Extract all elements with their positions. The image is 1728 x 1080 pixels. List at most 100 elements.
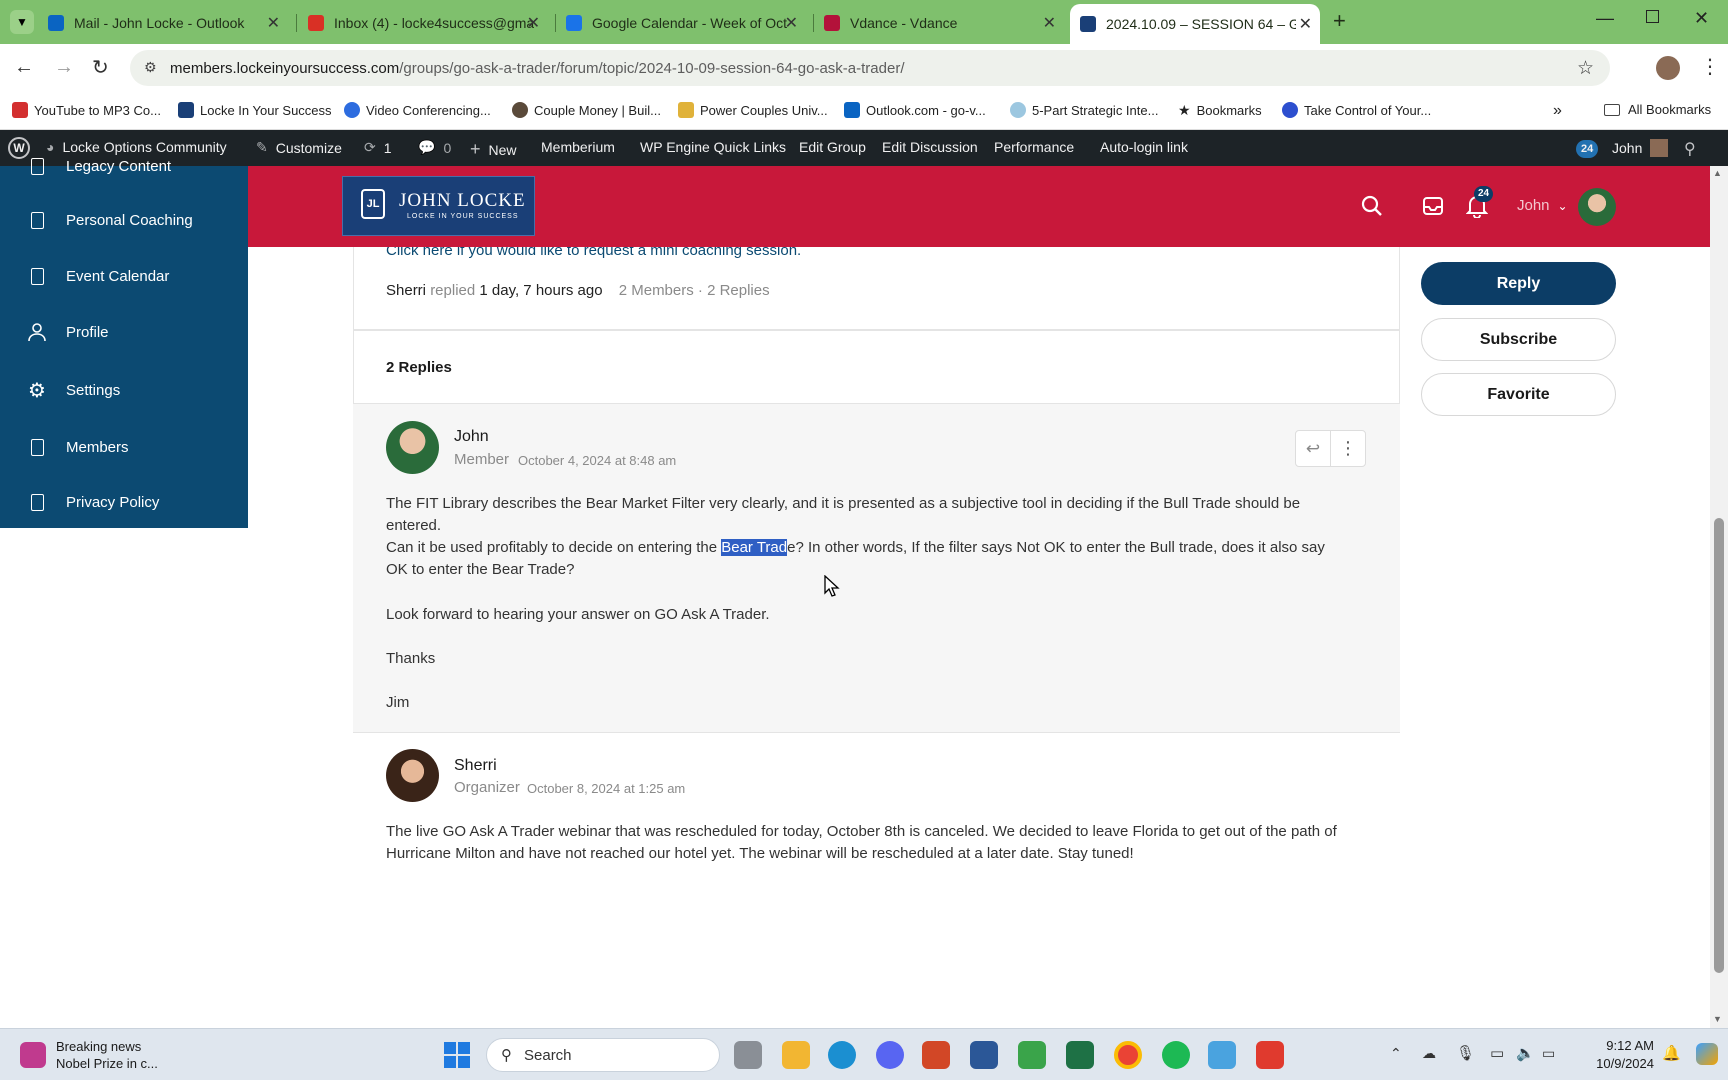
admin-new-link[interactable]: + New: [470, 139, 517, 160]
tab-gmail[interactable]: Inbox (4) - locke4success@gma ✕: [308, 6, 548, 40]
admin-memberium-link[interactable]: Memberium: [541, 139, 615, 155]
back-button[interactable]: ←: [14, 56, 34, 79]
bookmark-item[interactable]: 5-Part Strategic Inte...: [1010, 102, 1158, 118]
reload-button[interactable]: ↻: [92, 55, 109, 80]
bookmark-item[interactable]: YouTube to MP3 Co...: [12, 102, 161, 118]
favorite-button[interactable]: Favorite: [1421, 373, 1616, 416]
camtasia-icon[interactable]: [1018, 1041, 1046, 1069]
microphone-icon[interactable]: 🎙: [1456, 1044, 1475, 1062]
all-bookmarks-button[interactable]: All Bookmarks: [1604, 102, 1711, 117]
news-widget[interactable]: Breaking news Nobel Prize in c...: [20, 1038, 158, 1072]
excel-icon[interactable]: [1066, 1041, 1094, 1069]
forward-button[interactable]: →: [54, 56, 74, 79]
tray-chevron-icon[interactable]: ⌃: [1390, 1045, 1402, 1062]
search-icon[interactable]: [1360, 194, 1384, 223]
admin-performance-link[interactable]: Performance: [994, 139, 1074, 155]
edge-icon[interactable]: [828, 1041, 856, 1069]
word-icon[interactable]: [970, 1041, 998, 1069]
close-icon[interactable]: ✕: [1299, 14, 1312, 34]
admin-site-link[interactable]: ◕ Locke Options Community: [46, 139, 227, 155]
app-icon[interactable]: [1208, 1041, 1236, 1069]
scrollbar-thumb[interactable]: [1714, 518, 1724, 973]
address-bar[interactable]: ⚙ members.lockeinyoursuccess.com/groups/…: [130, 50, 1610, 86]
bookmarks-overflow-button[interactable]: »: [1553, 102, 1562, 120]
profile-avatar[interactable]: [1656, 56, 1680, 80]
admin-edit-group-link[interactable]: Edit Group: [799, 139, 866, 155]
tab-calendar[interactable]: Google Calendar - Week of Oct ✕: [566, 6, 806, 40]
bookmark-item[interactable]: Couple Money | Buil...: [512, 102, 661, 118]
reply-author[interactable]: John: [454, 428, 489, 446]
bookmark-item[interactable]: ★ Bookmarks: [1178, 102, 1262, 119]
power-couples-icon: [678, 102, 694, 118]
tab-search-button[interactable]: ▼: [10, 10, 34, 34]
bookmark-item[interactable]: Take Control of Your...: [1282, 102, 1431, 118]
sidebar-item-profile[interactable]: Profile: [26, 321, 109, 343]
reply-arrow-icon[interactable]: ↩: [1296, 431, 1331, 466]
taskbar-search[interactable]: ⚲ Search: [486, 1038, 720, 1072]
battery-icon[interactable]: ▭: [1542, 1045, 1555, 1062]
avatar[interactable]: [386, 421, 439, 474]
scroll-up-arrow-icon[interactable]: ▲: [1713, 168, 1722, 178]
notifications-icon[interactable]: 🔔: [1662, 1044, 1681, 1062]
chrome-icon[interactable]: [1114, 1041, 1142, 1069]
bookmark-item[interactable]: Power Couples Univ...: [678, 102, 828, 118]
minimize-button[interactable]: —: [1596, 8, 1614, 29]
admin-edit-discussion-link[interactable]: Edit Discussion: [882, 139, 978, 155]
powerpoint-icon[interactable]: [922, 1041, 950, 1069]
clock[interactable]: 9:12 AM 10/9/2024: [1580, 1037, 1654, 1073]
volume-icon[interactable]: 🔈: [1516, 1044, 1535, 1062]
admin-user-menu[interactable]: John: [1612, 139, 1669, 157]
copilot-icon[interactable]: [1696, 1043, 1718, 1065]
admin-notification-badge[interactable]: 24: [1576, 140, 1599, 158]
site-logo[interactable]: JL JOHN LOCKE LOCKE IN YOUR SUCCESS: [342, 176, 535, 236]
bookmark-item[interactable]: Video Conferencing...: [344, 102, 491, 118]
tab-vdance[interactable]: Vdance - Vdance ✕: [824, 6, 1064, 40]
admin-wp-engine-link[interactable]: WP Engine Quick Links: [640, 139, 786, 155]
discord-icon[interactable]: [876, 1041, 904, 1069]
sidebar-item-event-calendar[interactable]: Event Calendar: [26, 265, 169, 287]
sidebar-item-settings[interactable]: ⚙ Settings: [26, 379, 120, 402]
task-view-icon[interactable]: [734, 1041, 762, 1069]
scroll-down-arrow-icon[interactable]: ▼: [1713, 1014, 1722, 1024]
bookmark-star-icon[interactable]: ☆: [1577, 57, 1594, 80]
last-reply-user-link[interactable]: Sherri: [386, 282, 426, 299]
start-button[interactable]: [444, 1042, 470, 1068]
admin-autologin-link[interactable]: Auto-login link: [1100, 139, 1188, 155]
menu-icon[interactable]: ⋮: [1700, 54, 1720, 79]
avatar[interactable]: [1578, 188, 1616, 226]
reply-author[interactable]: Sherri: [454, 757, 497, 775]
mouse-cursor-icon: [824, 574, 840, 602]
onedrive-icon[interactable]: ☁: [1422, 1045, 1436, 1062]
more-options-icon[interactable]: ⋮: [1331, 431, 1365, 466]
tab-session-64[interactable]: 2024.10.09 – SESSION 64 – GO ✕: [1070, 4, 1320, 44]
network-icon[interactable]: ▭: [1490, 1044, 1504, 1062]
close-window-button[interactable]: ✕: [1694, 8, 1709, 29]
sidebar-item-legacy-content[interactable]: Legacy Content: [26, 155, 171, 177]
file-explorer-icon[interactable]: [782, 1041, 810, 1069]
admin-updates-link[interactable]: ⟳ 1: [364, 139, 392, 156]
close-icon[interactable]: ✕: [527, 13, 540, 33]
admin-search-icon[interactable]: ⚲: [1684, 139, 1696, 159]
inbox-icon[interactable]: [1422, 195, 1444, 222]
admin-comments-link[interactable]: 💬 0: [418, 139, 451, 156]
sidebar-item-privacy-policy[interactable]: Privacy Policy: [26, 491, 159, 513]
snagit-icon[interactable]: [1256, 1041, 1284, 1069]
bookmark-item[interactable]: Locke In Your Success: [178, 102, 332, 118]
new-tab-button[interactable]: +: [1333, 8, 1346, 34]
close-icon[interactable]: ✕: [785, 13, 798, 33]
close-icon[interactable]: ✕: [1043, 13, 1056, 33]
subscribe-button[interactable]: Subscribe: [1421, 318, 1616, 361]
spotify-icon[interactable]: [1162, 1041, 1190, 1069]
sidebar-item-personal-coaching[interactable]: Personal Coaching: [26, 209, 193, 231]
site-info-icon[interactable]: ⚙: [144, 59, 157, 76]
sidebar-item-members[interactable]: Members: [26, 436, 129, 458]
reply-date: October 4, 2024 at 8:48 am: [518, 453, 677, 468]
admin-customize-link[interactable]: ✎ Customize: [256, 139, 342, 156]
restore-button[interactable]: [1646, 10, 1659, 23]
bookmark-item[interactable]: Outlook.com - go-v...: [844, 102, 986, 118]
avatar[interactable]: [386, 749, 439, 802]
close-icon[interactable]: ✕: [267, 13, 280, 33]
header-user-menu[interactable]: John ⌄: [1517, 197, 1568, 214]
reply-button[interactable]: Reply: [1421, 262, 1616, 305]
tab-outlook[interactable]: Mail - John Locke - Outlook ✕: [48, 6, 288, 40]
